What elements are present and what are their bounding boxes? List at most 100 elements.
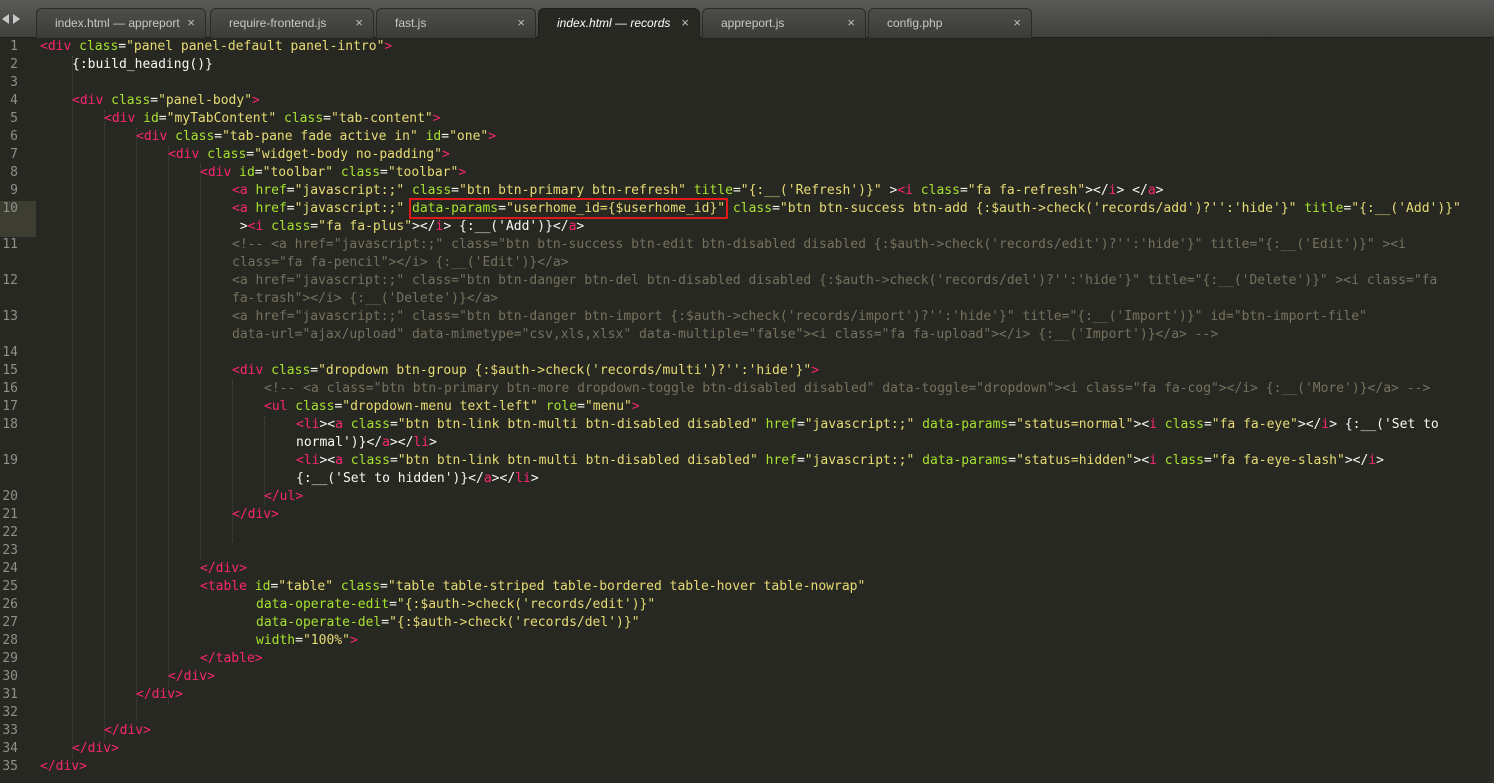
tag-token: </div <box>136 687 176 702</box>
punct-token: = <box>389 417 398 432</box>
code-line-20[interactable]: </ul> <box>264 488 303 506</box>
code-line-31[interactable]: </div> <box>136 686 183 704</box>
punct-token: = <box>441 129 450 144</box>
tag-token: </div <box>200 561 240 576</box>
code-line-12-wrap[interactable]: fa-trash"></i> {:__('Delete')}</a> <box>232 290 498 308</box>
indent-guide <box>136 128 137 722</box>
code-line-13-wrap[interactable]: data-url="ajax/upload" data-mimetype="cs… <box>232 326 1218 344</box>
indent-guide <box>104 110 105 740</box>
tag-token: </div <box>232 507 272 522</box>
punct-token: = <box>323 111 331 126</box>
code-line-21[interactable]: </div> <box>232 506 279 524</box>
code-line-19-wrap[interactable]: {:__('Set to hidden')}</a></li> <box>296 470 539 488</box>
arrow-right-icon[interactable] <box>13 14 20 24</box>
tag-token: > <box>252 93 260 108</box>
code-line-11[interactable]: <!-- <a href="javascript:;" class="btn b… <box>232 236 1406 254</box>
code-line-1[interactable]: <div class="panel panel-default panel-in… <box>40 38 392 56</box>
tab-fast-js[interactable]: fast.js × <box>376 8 536 38</box>
line-number: 9 <box>10 183 18 198</box>
string-token: "{:$auth->check('records/del')}" <box>389 615 640 630</box>
attr-token: href <box>247 201 287 216</box>
code-line-15[interactable]: <div class="dropdown btn-group {:$auth->… <box>232 362 819 380</box>
punct-token: > <box>881 183 898 198</box>
close-icon[interactable]: × <box>355 9 363 37</box>
code-line-9[interactable]: <a href="javascript:;" class="btn btn-pr… <box>232 182 1163 200</box>
code-line-10-wrap[interactable]: ><i class="fa fa-plus"></i> {:__('Add')}… <box>232 218 584 236</box>
code-line-33[interactable]: </div> <box>104 722 151 740</box>
line-number: 21 <box>2 507 18 522</box>
tab-config-php[interactable]: config.php × <box>868 8 1032 38</box>
code-line-25[interactable]: <table id="table" class="table table-str… <box>200 578 865 596</box>
code-line-5[interactable]: <div id="myTabContent" class="tab-conten… <box>104 110 441 128</box>
tag-token: </div <box>72 741 112 756</box>
punct-token: = <box>380 579 388 594</box>
code-editor[interactable]: 1 2 3 4 5 6 7 8 9 10 11 12 13 14 15 16 1… <box>0 38 1494 783</box>
code-line-27[interactable]: data-operate-del="{:$auth->check('record… <box>256 614 640 632</box>
tab-index-records[interactable]: index.html — records × <box>538 8 700 38</box>
close-icon[interactable]: × <box>847 9 855 37</box>
line-number: 5 <box>10 111 18 126</box>
tag-token: <ul <box>264 399 288 414</box>
code-line-26[interactable]: data-operate-edit="{:$auth->check('recor… <box>256 596 655 614</box>
line-number: 28 <box>2 633 18 648</box>
string-token: "fa fa-eye-slash" <box>1211 453 1345 468</box>
tab-appreport-js[interactable]: appreport.js × <box>702 8 866 38</box>
string-token: "toolbar" <box>387 165 459 180</box>
line-number: 27 <box>2 615 18 630</box>
code-line-16[interactable]: <!-- <a class="btn btn-primary btn-more … <box>264 380 1430 398</box>
code-line-10[interactable]: <a href="javascript:;" data-params="user… <box>232 198 1461 219</box>
tag-token: li <box>515 471 531 486</box>
attr-token: id <box>231 165 255 180</box>
line-number: 23 <box>2 543 18 558</box>
tag-token: <div <box>168 147 200 162</box>
string-token: "btn btn-success btn-add {:$auth->check(… <box>779 201 1297 216</box>
punct-token: normal')}</ <box>296 435 383 450</box>
tab-require-frontend[interactable]: require-frontend.js × <box>210 8 374 38</box>
punct-token: = <box>310 219 319 234</box>
string-token: "menu" <box>584 399 632 414</box>
close-icon[interactable]: × <box>517 9 525 37</box>
indent-guide <box>200 164 201 560</box>
code-line-12[interactable]: <a href="javascript:;" class="btn btn-da… <box>232 272 1437 290</box>
attr-token: data-operate-del <box>256 615 382 630</box>
code-line-11-wrap[interactable]: class="fa fa-pencil"></i> {:__('Edit')}<… <box>232 254 569 272</box>
arrow-left-icon[interactable] <box>2 14 9 24</box>
scrollbar[interactable] <box>1490 38 1494 783</box>
string-token: "javascript:;" <box>804 417 915 432</box>
tag-token: > <box>254 651 263 666</box>
code-line-18-wrap[interactable]: normal')}</a></li> <box>296 434 437 452</box>
tag-token: i <box>1321 417 1330 432</box>
code-line-30[interactable]: </div> <box>168 668 215 686</box>
punct-token: ></ <box>389 435 414 450</box>
tag-token: i <box>1108 183 1117 198</box>
code-line-7[interactable]: <div class="widget-body no-padding"> <box>168 146 450 164</box>
code-line-28[interactable]: width="100%"> <box>256 632 358 650</box>
line-number: 7 <box>10 147 18 162</box>
code-line-34[interactable]: </div> <box>72 740 119 758</box>
line-number: 18 <box>2 417 18 432</box>
line-number: 17 <box>2 399 18 414</box>
code-line-2[interactable]: {:build_heading()} <box>72 56 213 74</box>
code-line-17[interactable]: <ul class = "dropdown-menu text-left" role… <box>264 398 640 416</box>
code-line-4[interactable]: <div class="panel-body"> <box>72 92 260 110</box>
tab-navigation[interactable] <box>2 12 24 26</box>
tab-index-appreport[interactable]: index.html — appreport × <box>36 8 206 38</box>
tab-label: require-frontend.js <box>229 16 327 30</box>
close-icon[interactable]: × <box>681 9 689 37</box>
code-line-8[interactable]: <div id="toolbar" class="toolbar"> <box>200 164 466 182</box>
close-icon[interactable]: × <box>1013 9 1021 37</box>
code-line-24[interactable]: </div> <box>200 560 247 578</box>
code-line-35[interactable]: </div> <box>40 758 87 776</box>
code-line-29[interactable]: </table> <box>200 650 263 668</box>
code-line-19[interactable]: <li><a class="btn btn-link btn-multi btn… <box>296 452 1384 470</box>
string-token: "{:__('Add')}" <box>1351 201 1461 216</box>
string-token: "btn btn-link btn-multi btn-disabled dis… <box>397 453 758 468</box>
string-token: "btn btn-primary btn-refresh" <box>459 183 686 198</box>
code-line-13[interactable]: <a href="javascript:;" class="btn btn-da… <box>232 308 1367 326</box>
tag-token: li <box>413 435 430 450</box>
code-line-6[interactable]: <div class="tab-pane fade active in" id=… <box>136 128 496 146</box>
close-icon[interactable]: × <box>187 9 195 37</box>
tag-token: </div <box>104 723 144 738</box>
string-token: "{:__('Refresh')}" <box>740 183 882 198</box>
code-line-18[interactable]: <li><a class="btn btn-link btn-multi btn… <box>296 416 1439 434</box>
